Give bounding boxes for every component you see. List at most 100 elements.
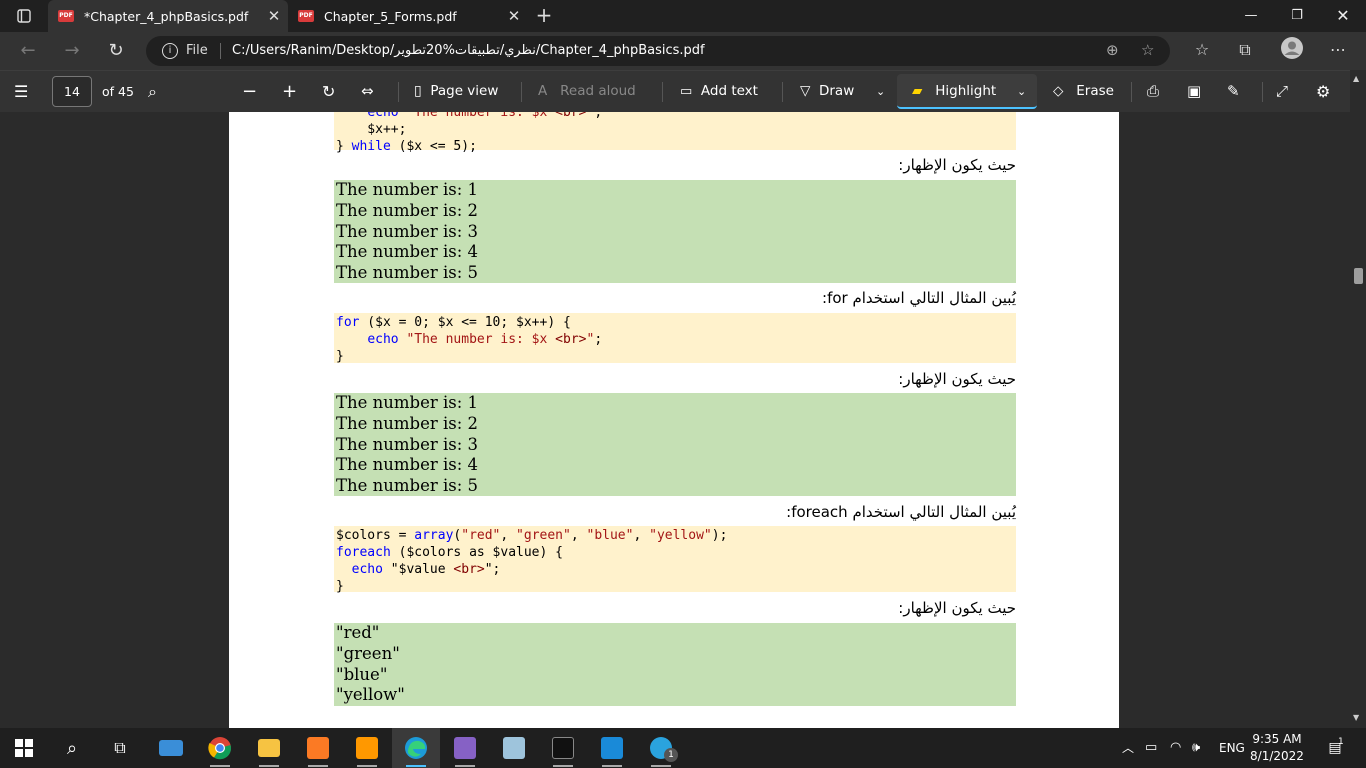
arabic-label-output: حيث يكون الإظهار: — [898, 370, 1016, 388]
tab-title: Chapter_5_Forms.pdf — [324, 8, 457, 24]
restore-button[interactable]: ❐ — [1274, 0, 1320, 32]
add-text-button[interactable]: ▭ Add text — [680, 71, 758, 112]
code-line: } — [336, 579, 344, 594]
read-aloud-button[interactable]: A Read aloud — [538, 71, 636, 112]
erase-button[interactable]: ◇ Erase — [1053, 71, 1114, 112]
output-line: The number is: 2 — [336, 413, 479, 433]
notifications-button[interactable]: ▤ 1 — [1325, 728, 1345, 768]
sublime-text-icon[interactable] — [343, 728, 391, 768]
scroll-down-icon[interactable]: ▼ — [1353, 713, 1359, 722]
page-view-icon: ▯ — [414, 83, 422, 99]
info-icon[interactable]: i — [162, 43, 178, 59]
draw-icon: ▽ — [800, 83, 811, 99]
chrome-icon[interactable] — [196, 728, 244, 768]
sublime-logo-icon — [356, 737, 378, 759]
code-line: $colors = array("red", "green", "blue", … — [336, 528, 728, 543]
favorites-icon[interactable]: ☆ — [1188, 40, 1216, 59]
pdf-file-icon: PDF — [58, 10, 74, 22]
divider — [398, 82, 399, 102]
language-indicator[interactable]: ENG — [1219, 728, 1245, 768]
volume-icon[interactable]: 🕪 — [1192, 728, 1200, 768]
close-tab-icon[interactable]: ✕ — [500, 7, 528, 25]
tab-chapter-4[interactable]: PDF *Chapter_4_phpBasics.pdf ✕ — [48, 0, 288, 32]
edge-icon[interactable] — [392, 728, 440, 768]
pdf-settings-gear-icon[interactable]: ⚙ — [1316, 71, 1330, 112]
output-line: The number is: 4 — [336, 242, 479, 262]
tab-title: *Chapter_4_phpBasics.pdf — [84, 8, 249, 24]
arabic-label-output: حيث يكون الإظهار: — [898, 156, 1016, 174]
output-line: "green" — [336, 643, 400, 663]
page-number-input[interactable]: 14 — [52, 76, 92, 107]
search-icon[interactable]: ⌕ — [48, 728, 96, 768]
visual-studio-icon[interactable] — [441, 728, 489, 768]
back-button[interactable]: ← — [8, 32, 48, 70]
clock[interactable]: 9:35 AM 8/1/2022 — [1248, 731, 1306, 765]
search-icon[interactable]: ⌕ — [148, 71, 157, 112]
refresh-button[interactable]: ↻ — [96, 32, 136, 70]
code-line: foreach ($colors as $value) { — [336, 545, 563, 560]
vertical-scrollbar[interactable]: ▲ ▼ — [1350, 70, 1366, 728]
arabic-label-foreach: يُبين المثال التالي استخدام foreach: — [786, 503, 1016, 521]
tab-chapter-5[interactable]: PDF Chapter_5_Forms.pdf ✕ — [288, 0, 528, 32]
highlight-button[interactable]: ▰ Highlight — [912, 71, 996, 112]
zoom-icon[interactable]: ⊕ — [1106, 41, 1119, 59]
highlight-dropdown-chevron-down-icon[interactable]: ⌄ — [1017, 71, 1026, 112]
scrollbar-thumb[interactable] — [1354, 268, 1363, 284]
url-field[interactable]: i File C:/Users/Ranim/Desktop/نظري/تطبيق… — [146, 36, 1170, 66]
add-text-icon: ▭ — [680, 84, 693, 99]
tab-actions-button[interactable] — [0, 0, 48, 32]
output-line: The number is: 1 — [336, 393, 479, 412]
page-view-label: Page view — [430, 83, 499, 99]
contents-icon[interactable]: ☰ — [14, 71, 36, 112]
new-tab-button[interactable]: + — [530, 0, 558, 32]
terminal-icon[interactable] — [539, 728, 587, 768]
fit-page-icon[interactable]: ⇔ — [361, 71, 374, 112]
chrome-logo-icon — [208, 737, 232, 760]
tab-bar: PDF *Chapter_4_phpBasics.pdf ✕ PDF Chapt… — [0, 0, 1366, 32]
output-block-3: "red" "green" "blue" "yellow" — [334, 623, 1016, 706]
divider — [1131, 82, 1132, 102]
print-icon[interactable]: ⎙ — [1147, 71, 1159, 112]
page-view-button[interactable]: ▯ Page view — [414, 71, 498, 112]
minimize-button[interactable]: — — [1228, 0, 1274, 32]
telegram-icon[interactable]: 1 — [637, 728, 685, 768]
code-line: echo "The number is: $x <br>"; — [367, 112, 603, 120]
code-block-for: for ($x = 0; $x <= 10; $x++) { echo "The… — [334, 313, 1016, 364]
profile-avatar[interactable] — [1278, 37, 1306, 63]
forward-button[interactable]: → — [52, 32, 92, 70]
notepad-app-icon[interactable] — [490, 728, 538, 768]
pdf-viewer[interactable]: echo "The number is: $x <br>"; $x++;} wh… — [0, 112, 1366, 728]
settings-more-icon[interactable]: ⋯ — [1324, 40, 1352, 59]
erase-label: Erase — [1076, 83, 1114, 99]
file-scheme-label: File — [186, 43, 208, 58]
highlight-label: Highlight — [935, 83, 997, 99]
add-favorite-icon[interactable]: ☆ — [1141, 41, 1154, 59]
wifi-icon[interactable]: ◠ — [1170, 728, 1181, 768]
full-screen-icon[interactable]: ⤢ — [1276, 71, 1288, 112]
save-as-icon[interactable]: ✎ — [1227, 71, 1240, 112]
divider — [521, 82, 522, 102]
xampp-icon[interactable] — [294, 728, 342, 768]
read-aloud-label: Read aloud — [560, 83, 636, 99]
rotate-icon[interactable]: ↻ — [322, 71, 335, 112]
zoom-in-icon[interactable]: + — [282, 71, 297, 112]
scroll-up-icon[interactable]: ▲ — [1353, 74, 1359, 83]
show-hidden-icons-chevron-up-icon[interactable]: ︿ — [1122, 728, 1134, 768]
vscode-icon[interactable] — [588, 728, 636, 768]
code-line: } — [336, 349, 344, 364]
start-button[interactable] — [0, 728, 48, 768]
pdf-page: echo "The number is: $x <br>"; $x++;} wh… — [229, 112, 1119, 728]
draw-button[interactable]: ▽ Draw — [800, 71, 854, 112]
close-window-button[interactable]: ✕ — [1320, 0, 1366, 32]
battery-icon[interactable]: ▭ — [1145, 728, 1157, 768]
windows-logo-icon — [15, 739, 33, 757]
task-view-icon[interactable]: ⧉ — [96, 728, 144, 768]
file-explorer-icon[interactable] — [245, 728, 293, 768]
collections-icon[interactable]: ⧉ — [1231, 40, 1259, 60]
pc-app-icon[interactable] — [147, 728, 195, 768]
save-icon[interactable]: ▣ — [1187, 71, 1201, 112]
close-tab-icon[interactable]: ✕ — [260, 7, 288, 25]
divider — [662, 82, 663, 102]
draw-dropdown-chevron-down-icon[interactable]: ⌄ — [876, 71, 885, 112]
zoom-out-icon[interactable]: − — [242, 71, 257, 112]
